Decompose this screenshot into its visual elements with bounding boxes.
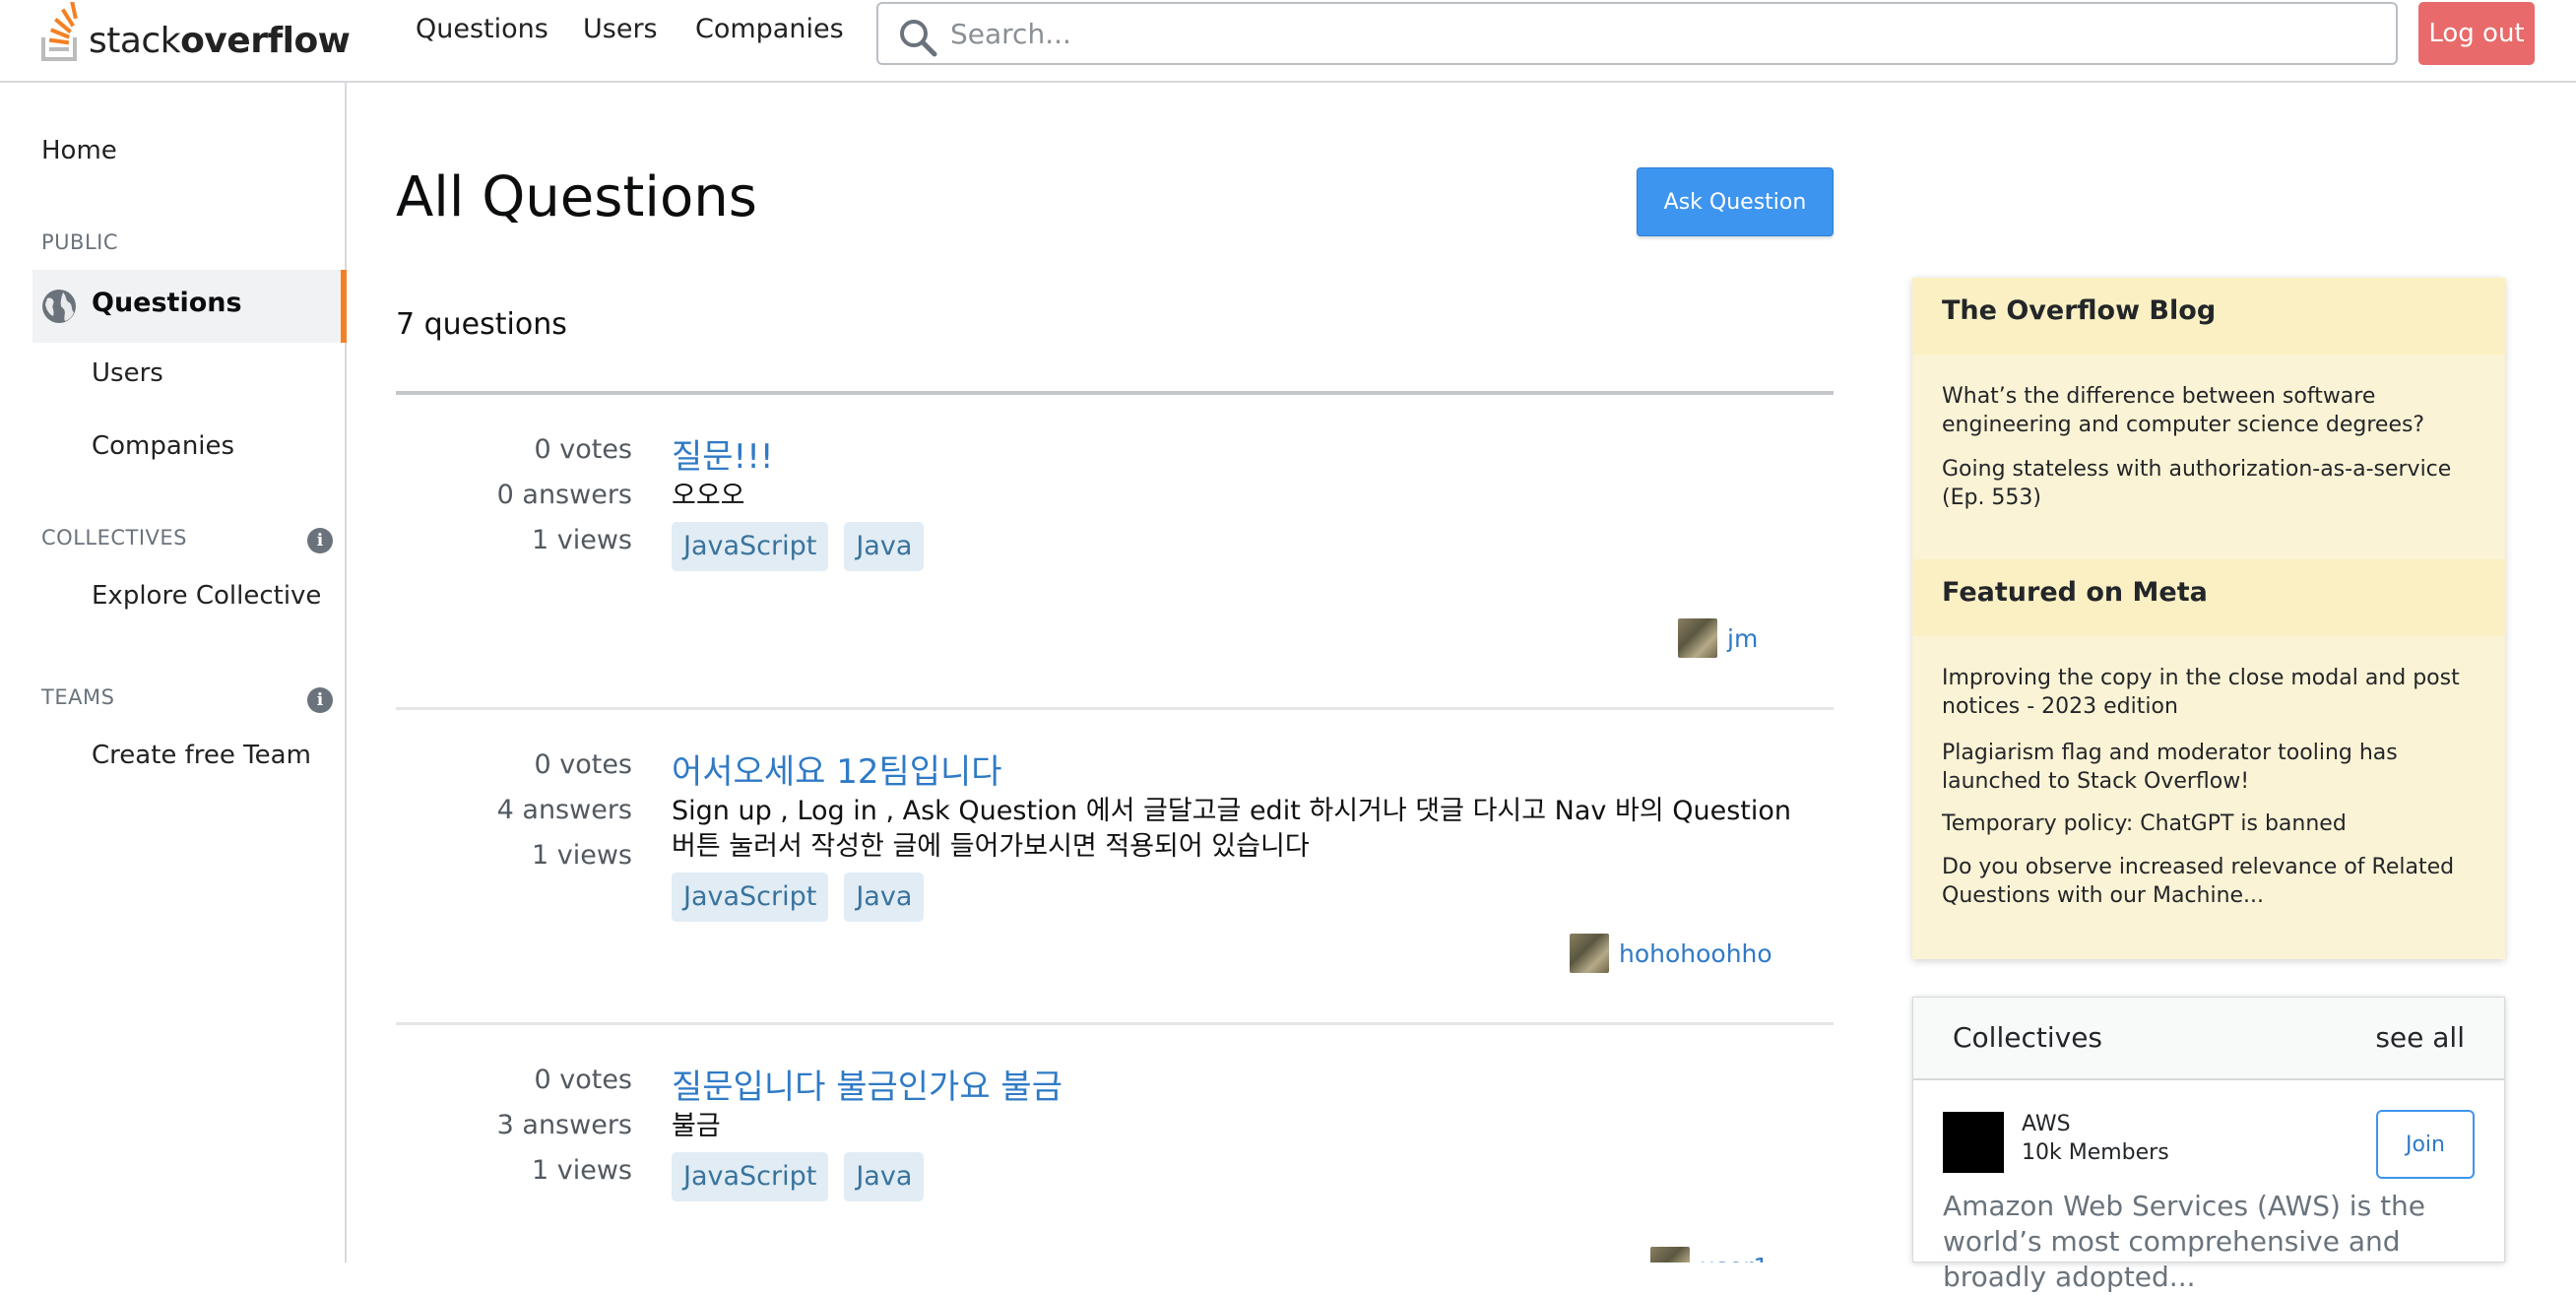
sidebar-item-create-team[interactable]: Create free Team — [92, 741, 311, 770]
join-button[interactable]: Join — [2376, 1110, 2475, 1179]
vote-count: 0 votes — [534, 749, 632, 780]
author-name[interactable]: hohohoohho — [1619, 939, 1772, 968]
answer-count: 4 answers — [496, 795, 632, 825]
meta-item[interactable]: Plagiarism flag and moderator tooling ha… — [1942, 739, 2483, 796]
logo-text: stackoverflow — [89, 21, 351, 61]
question-excerpt: 오오오 — [672, 481, 745, 511]
sidebar-item-label: Questions — [92, 288, 242, 318]
question-stats: 0 votes 0 answers 1 views — [396, 427, 632, 563]
question-author[interactable]: hohohoohho — [1570, 934, 1772, 973]
blog-heading: The Overflow Blog — [1912, 278, 2505, 355]
answer-count: 3 answers — [496, 1110, 632, 1140]
tag-java[interactable]: Java — [844, 522, 925, 571]
stack-logo-icon — [41, 2, 78, 61]
aws-logo[interactable] — [1943, 1112, 2004, 1173]
top-bar: stackoverflow Questions Users Companies … — [0, 0, 2576, 83]
sidebar-section-public: PUBLIC — [41, 230, 118, 254]
tag-list: JavaScript Java — [672, 522, 939, 571]
collective-description: Amazon Web Services (AWS) is the world’s… — [1943, 1190, 2426, 1293]
question-count: 7 questions — [396, 307, 567, 342]
divider — [396, 1022, 1834, 1025]
avatar — [1678, 618, 1717, 658]
page-title: All Questions — [396, 165, 757, 229]
collective-members: 10k Members — [2022, 1140, 2169, 1165]
blog-item[interactable]: Going stateless with authorization-as-a-… — [1942, 455, 2483, 512]
sidebar-item-companies[interactable]: Companies — [92, 431, 234, 461]
nav-users[interactable]: Users — [583, 14, 658, 44]
question-item: 0 votes 3 answers 1 views 질문입니다 불금인가요 불금… — [396, 1058, 1834, 1263]
question-title[interactable]: 질문입니다 불금인가요 불금 — [672, 1060, 1063, 1108]
answer-count: 0 answers — [496, 480, 632, 510]
tag-javascript[interactable]: JavaScript — [672, 873, 829, 922]
info-icon[interactable]: i — [307, 687, 333, 713]
tag-javascript[interactable]: JavaScript — [672, 1152, 829, 1201]
sidebar-item-users[interactable]: Users — [92, 358, 163, 388]
meta-item[interactable]: Improving the copy in the close modal an… — [1942, 664, 2483, 721]
view-count: 1 views — [531, 525, 632, 555]
collectives-header: Collectives see all — [1913, 998, 2504, 1080]
question-excerpt: 불금 — [672, 1111, 721, 1141]
question-author[interactable]: jm — [1678, 618, 1758, 658]
question-excerpt: Sign up , Log in , Ask Question 에서 글달고글 … — [672, 796, 1792, 862]
ask-question-button[interactable]: Ask Question — [1637, 167, 1834, 236]
tag-list: JavaScript Java — [672, 873, 939, 922]
sidebar-section-collectives: COLLECTIVES — [41, 526, 188, 550]
vote-count: 0 votes — [534, 1065, 632, 1095]
stackoverflow-logo[interactable]: stackoverflow — [39, 0, 351, 63]
globe-icon — [42, 290, 76, 323]
left-sidebar: Home PUBLIC Questions Users Companies CO… — [0, 83, 347, 1263]
collectives-widget: Collectives see all AWS 10k Members Join… — [1912, 997, 2505, 1293]
sidebar-item-explore-collective[interactable]: Explore Collective — [92, 581, 321, 611]
view-count: 1 views — [531, 840, 632, 871]
nav-questions[interactable]: Questions — [416, 14, 548, 44]
tag-javascript[interactable]: JavaScript — [672, 522, 829, 571]
search-icon — [900, 20, 937, 57]
tag-list: JavaScript Java — [672, 1152, 939, 1201]
info-icon[interactable]: i — [307, 528, 333, 553]
meta-item[interactable]: Temporary policy: ChatGPT is banned — [1942, 809, 2483, 838]
sidebar-item-home[interactable]: Home — [41, 136, 117, 165]
question-title[interactable]: 어서오세요 12팀입니다 — [672, 745, 1002, 793]
overflow-blog-widget: The Overflow Blog What’s the difference … — [1912, 278, 2505, 959]
question-title[interactable]: 질문!!! — [672, 429, 773, 478]
meta-heading: Featured on Meta — [1912, 559, 2505, 636]
question-item: 0 votes 0 answers 1 views 질문!!! 오오오 Java… — [396, 427, 1834, 703]
author-name[interactable]: user1 — [1700, 1253, 1769, 1263]
question-item: 0 votes 4 answers 1 views 어서오세요 12팀입니다 S… — [396, 743, 1834, 1018]
tag-java[interactable]: Java — [844, 1152, 925, 1201]
collective-name[interactable]: AWS — [2022, 1112, 2071, 1136]
divider — [396, 391, 1834, 395]
author-name[interactable]: jm — [1727, 624, 1758, 653]
see-all-link[interactable]: see all — [2375, 1021, 2465, 1054]
collectives-title: Collectives — [1953, 1021, 2103, 1054]
sidebar-item-questions[interactable]: Questions — [32, 270, 347, 343]
search-box[interactable] — [876, 2, 2398, 65]
view-count: 1 views — [531, 1155, 632, 1186]
logout-button[interactable]: Log out — [2418, 2, 2535, 65]
vote-count: 0 votes — [534, 434, 632, 465]
meta-item[interactable]: Do you observe increased relevance of Re… — [1942, 853, 2483, 910]
sidebar-section-teams: TEAMS — [41, 685, 115, 709]
question-stats: 0 votes 3 answers 1 views — [396, 1058, 632, 1194]
divider — [396, 707, 1834, 710]
tag-java[interactable]: Java — [844, 873, 925, 922]
blog-item[interactable]: What’s the difference between software e… — [1942, 382, 2483, 439]
nav-companies[interactable]: Companies — [695, 14, 844, 44]
search-input[interactable] — [950, 14, 2368, 53]
question-author[interactable]: user1 — [1650, 1247, 1769, 1263]
question-stats: 0 votes 4 answers 1 views — [396, 743, 632, 878]
avatar — [1570, 934, 1609, 973]
avatar — [1650, 1247, 1690, 1263]
